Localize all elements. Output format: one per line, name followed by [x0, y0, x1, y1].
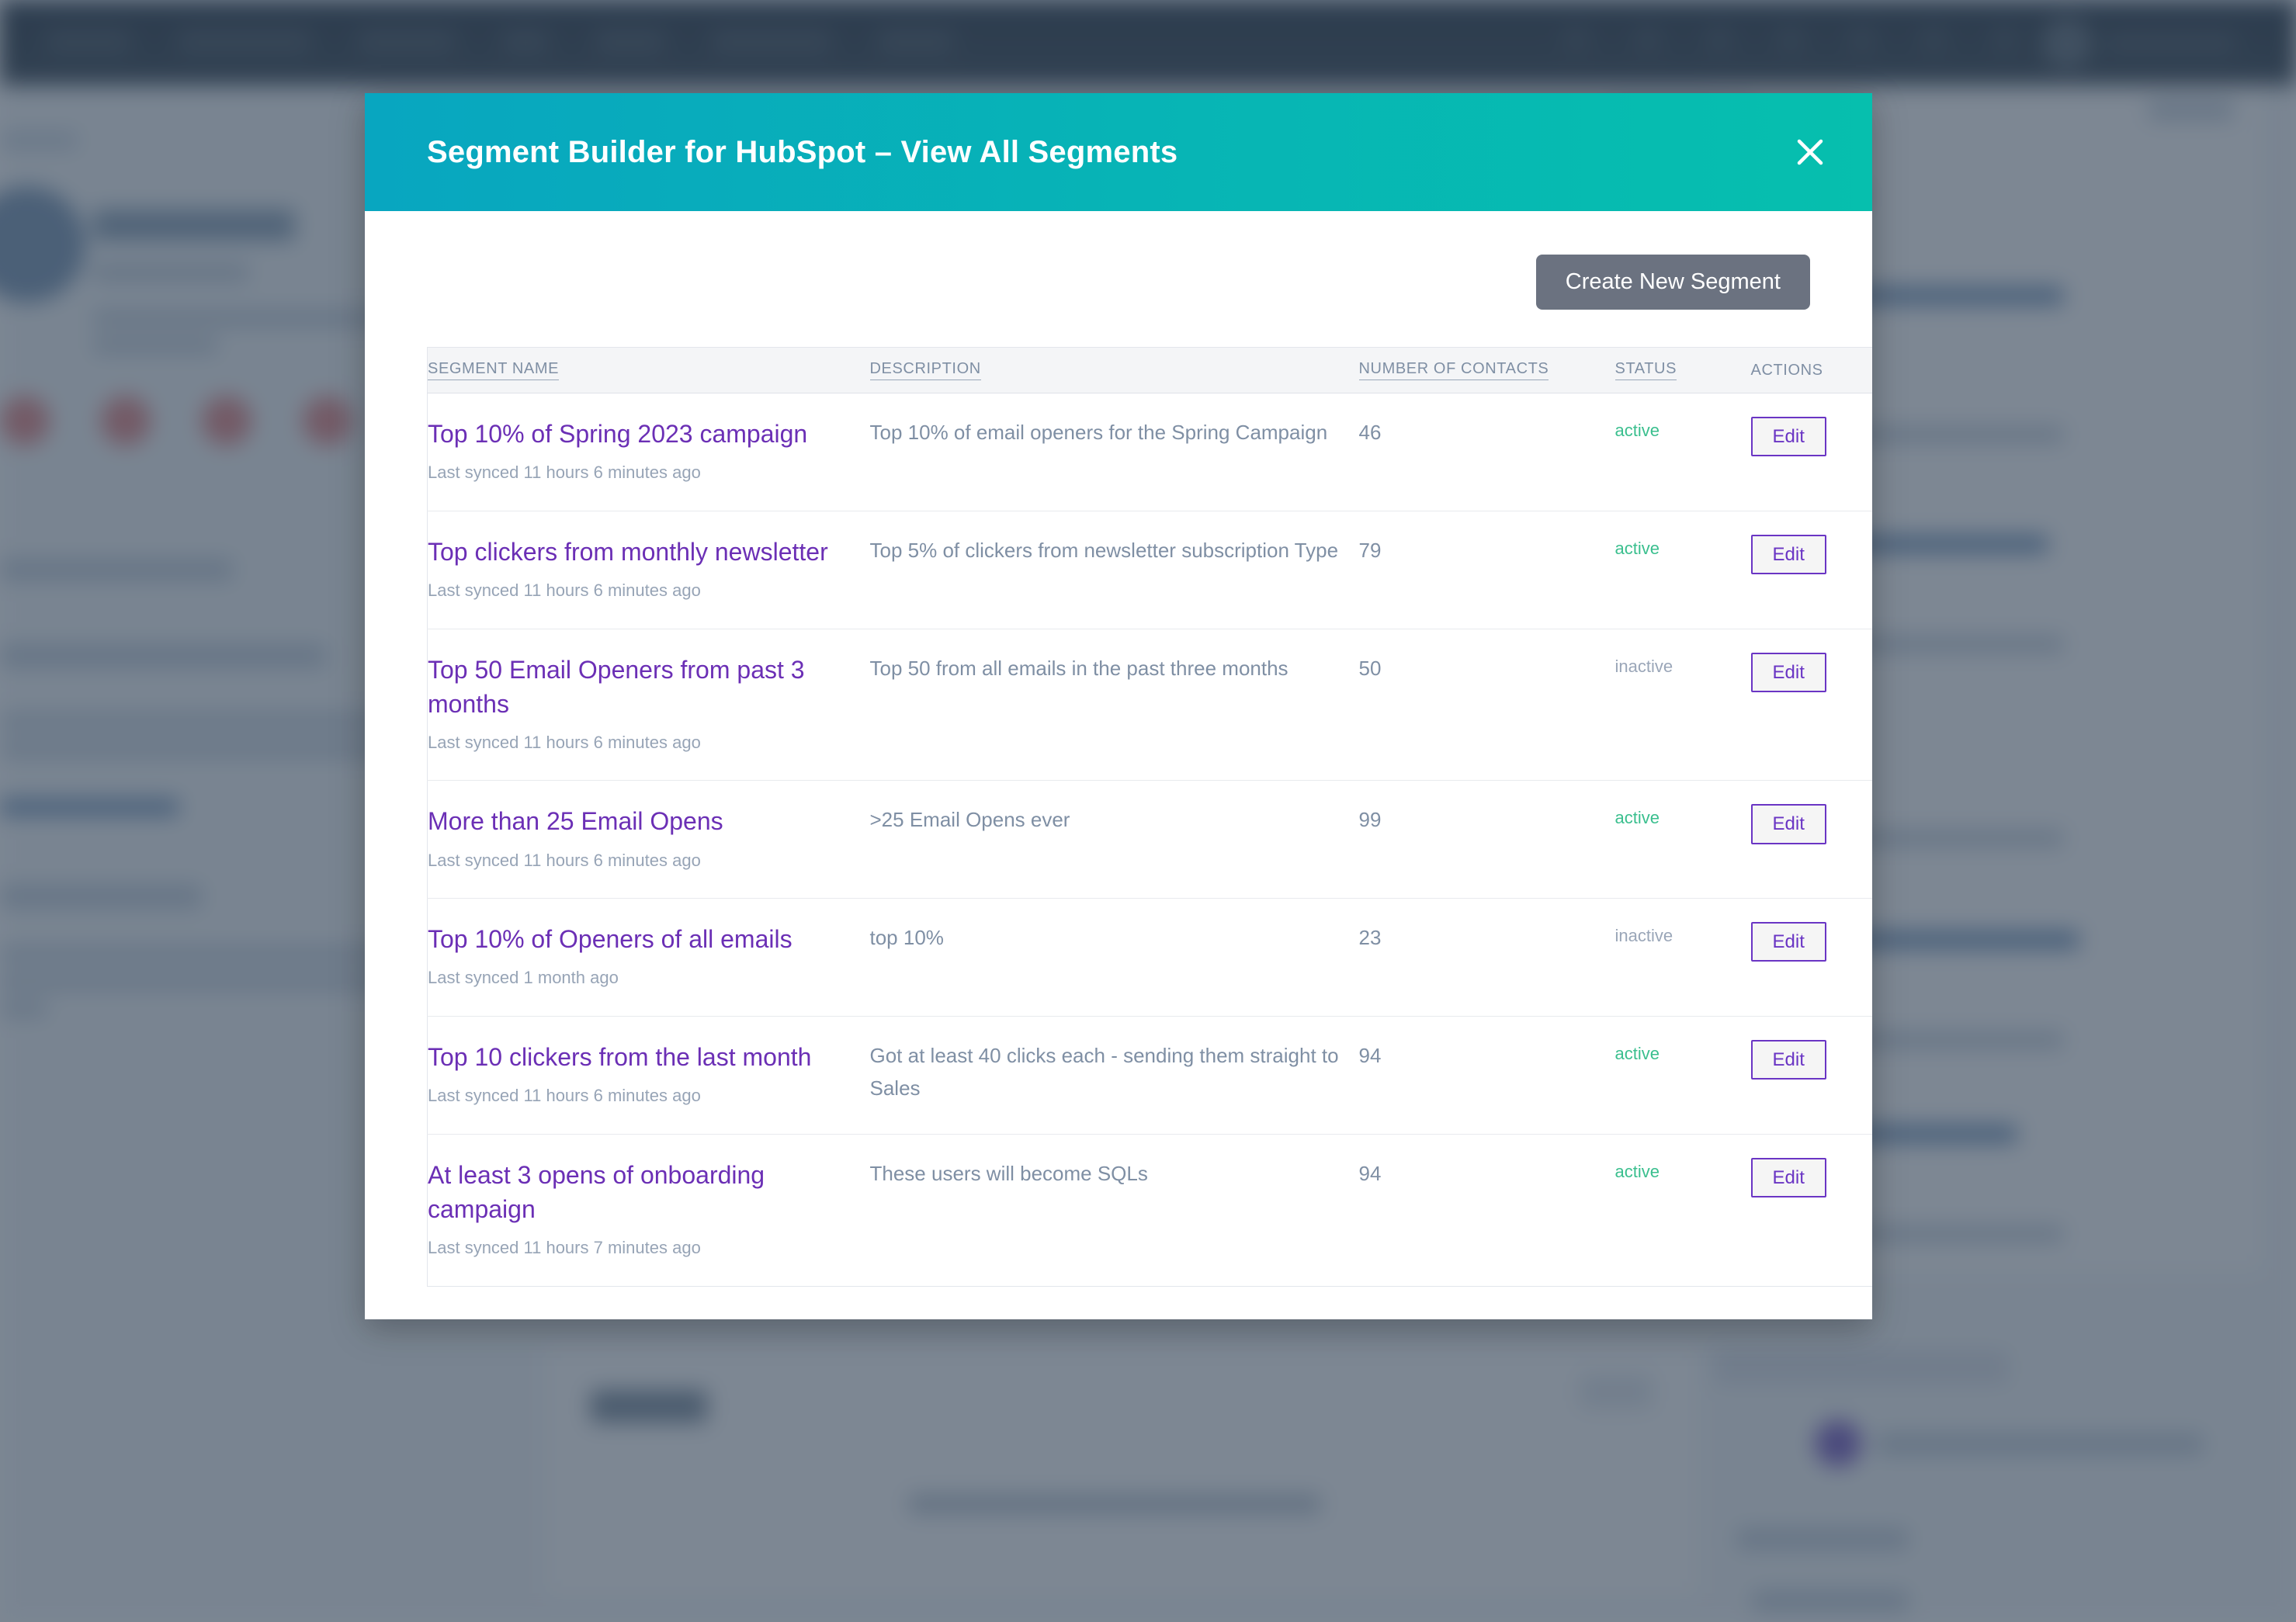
segment-name-link[interactable]: Top 10% of Openers of all emails: [428, 922, 870, 956]
table-row: Top 10% of Spring 2023 campaign Last sync…: [427, 393, 1872, 511]
edit-segment-button[interactable]: Edit: [1750, 922, 1826, 962]
cell-description: >25 Email Opens ever: [869, 780, 1359, 899]
cell-actions: Edit: [1750, 511, 1872, 629]
table-header-row: SEGMENT NAME DESCRIPTION NUMBER OF CONTA…: [427, 347, 1872, 393]
cell-segment-name: Top 10% of Spring 2023 campaign Last sync…: [427, 393, 870, 511]
cell-number-of-contacts: 94: [1358, 1016, 1615, 1135]
modal-title: Segment Builder for HubSpot – View All S…: [427, 135, 1178, 169]
edit-segment-button[interactable]: Edit: [1750, 1039, 1826, 1080]
column-header-label: DESCRIPTION: [869, 360, 981, 380]
edit-segment-button[interactable]: Edit: [1750, 534, 1826, 574]
column-header-label: NUMBER OF CONTACTS: [1358, 360, 1549, 380]
cell-description: These users will become SQLs: [869, 1134, 1359, 1287]
segment-name-link[interactable]: Top 50 Email Openers from past 3 months: [428, 653, 870, 721]
column-header-label: STATUS: [1614, 360, 1677, 380]
edit-segment-button[interactable]: Edit: [1750, 804, 1826, 844]
cell-description: Got at least 40 clicks each - sending th…: [869, 1016, 1359, 1135]
cell-segment-name: Top 10 clickers from the last month Last …: [427, 1016, 870, 1135]
status-badge: active: [1614, 511, 1751, 629]
edit-segment-button[interactable]: Edit: [1750, 1157, 1826, 1197]
segment-name-link[interactable]: More than 25 Email Opens: [428, 804, 870, 838]
segment-last-synced: Last synced 11 hours 6 minutes ago: [428, 463, 701, 483]
create-new-segment-button[interactable]: Create New Segment: [1535, 255, 1810, 310]
cell-actions: Edit: [1750, 780, 1872, 899]
column-header-label: ACTIONS: [1750, 361, 1823, 379]
cell-actions: Edit: [1750, 898, 1872, 1017]
segment-last-synced: Last synced 11 hours 6 minutes ago: [428, 580, 701, 600]
cell-segment-name: Top 10% of Openers of all emails Last syn…: [427, 898, 870, 1017]
cell-segment-name: More than 25 Email Opens Last synced 11 h…: [427, 780, 870, 899]
edit-segment-button[interactable]: Edit: [1750, 417, 1826, 457]
column-header-status[interactable]: STATUS: [1614, 347, 1751, 393]
modal-header: Segment Builder for HubSpot – View All S…: [365, 93, 1872, 211]
cell-number-of-contacts: 46: [1358, 393, 1615, 511]
cell-description: Top 10% of email openers for the Spring …: [869, 393, 1359, 511]
cell-actions: Edit: [1750, 1134, 1872, 1287]
table-row: At least 3 opens of onboarding campaign L…: [427, 1134, 1872, 1287]
segment-name-link[interactable]: At least 3 opens of onboarding campaign: [428, 1158, 870, 1226]
column-header-segment-name[interactable]: SEGMENT NAME: [427, 347, 870, 393]
table-row: Top 10% of Openers of all emails Last syn…: [427, 898, 1872, 1017]
cell-number-of-contacts: 50: [1358, 629, 1615, 782]
segment-last-synced: Last synced 11 hours 6 minutes ago: [428, 850, 701, 870]
edit-segment-button[interactable]: Edit: [1750, 652, 1826, 692]
segments-table-head: SEGMENT NAME DESCRIPTION NUMBER OF CONTA…: [427, 347, 1872, 393]
status-badge: active: [1614, 780, 1751, 899]
segment-name-link[interactable]: Top 10 clickers from the last month: [428, 1040, 870, 1074]
segments-table: SEGMENT NAME DESCRIPTION NUMBER OF CONTA…: [427, 347, 1872, 1287]
table-row: Top 50 Email Openers from past 3 months L…: [427, 629, 1872, 782]
cell-description: Top 50 from all emails in the past three…: [869, 629, 1359, 782]
table-row: Top 10 clickers from the last month Last …: [427, 1016, 1872, 1135]
cell-description: top 10%: [869, 898, 1359, 1017]
status-badge: inactive: [1614, 629, 1751, 782]
status-badge: active: [1614, 1134, 1751, 1287]
cell-number-of-contacts: 94: [1358, 1134, 1615, 1287]
cell-actions: Edit: [1750, 629, 1872, 782]
segment-builder-modal: Segment Builder for HubSpot – View All S…: [365, 93, 1872, 1319]
segment-name-link[interactable]: Top 10% of Spring 2023 campaign: [428, 417, 870, 451]
cell-actions: Edit: [1750, 1016, 1872, 1135]
cell-segment-name: Top 50 Email Openers from past 3 months L…: [427, 629, 870, 782]
segment-last-synced: Last synced 1 month ago: [428, 968, 619, 988]
column-header-description[interactable]: DESCRIPTION: [869, 347, 1359, 393]
cell-number-of-contacts: 79: [1358, 511, 1615, 629]
table-row: More than 25 Email Opens Last synced 11 h…: [427, 780, 1872, 899]
cell-number-of-contacts: 23: [1358, 898, 1615, 1017]
segment-last-synced: Last synced 11 hours 6 minutes ago: [428, 732, 701, 752]
segment-last-synced: Last synced 11 hours 7 minutes ago: [428, 1237, 701, 1257]
cell-actions: Edit: [1750, 393, 1872, 511]
column-header-label: SEGMENT NAME: [428, 360, 560, 380]
cell-segment-name: At least 3 opens of onboarding campaign L…: [427, 1134, 870, 1287]
segment-last-synced: Last synced 11 hours 6 minutes ago: [428, 1086, 701, 1106]
cell-description: Top 5% of clickers from newsletter subsc…: [869, 511, 1359, 629]
status-badge: active: [1614, 393, 1751, 511]
cell-number-of-contacts: 99: [1358, 780, 1615, 899]
column-header-number-of-contacts[interactable]: NUMBER OF CONTACTS: [1358, 347, 1615, 393]
status-badge: inactive: [1614, 898, 1751, 1017]
cell-segment-name: Top clickers from monthly newsletter Last…: [427, 511, 870, 629]
segment-name-link[interactable]: Top clickers from monthly newsletter: [428, 535, 870, 569]
modal-body: Create New Segment SEGMENT NAME DESCRIPT…: [365, 211, 1872, 1319]
modal-toolbar: Create New Segment: [427, 255, 1810, 310]
close-icon[interactable]: [1782, 124, 1838, 180]
column-header-actions: ACTIONS: [1750, 347, 1872, 393]
segments-table-body: Top 10% of Spring 2023 campaign Last sync…: [427, 393, 1872, 1287]
status-badge: active: [1614, 1016, 1751, 1135]
table-row: Top clickers from monthly newsletter Last…: [427, 511, 1872, 629]
